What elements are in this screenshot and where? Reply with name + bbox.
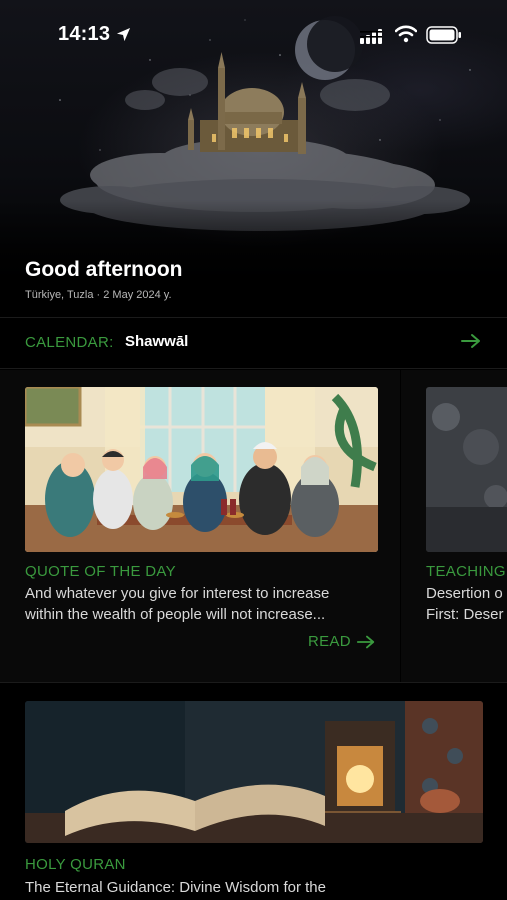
family-iftar-image xyxy=(25,387,378,552)
calendar-row[interactable]: CALENDAR: Shawwāl xyxy=(0,318,507,368)
quote-card[interactable]: QUOTE OF THE DAY And whatever you give f… xyxy=(0,370,400,682)
quran-card[interactable]: HOLY QURAN The Eternal Guidance: Divine … xyxy=(0,683,507,900)
arrow-right-icon xyxy=(356,635,375,648)
battery-icon xyxy=(426,26,461,44)
location-date: Türkiye, Tuzla · 2 May 2024 y. xyxy=(25,289,172,301)
card-text-line2: within the wealth of people will not inc… xyxy=(25,606,326,623)
teaching-image xyxy=(426,387,507,552)
calendar-label: CALENDAR: xyxy=(25,334,114,351)
card-category: HOLY QURAN xyxy=(25,856,126,873)
card-carousel[interactable]: QUOTE OF THE DAY And whatever you give f… xyxy=(0,370,507,682)
divider xyxy=(0,368,507,369)
quran-lantern-image xyxy=(25,701,483,843)
card-text-line2: First: Deser xyxy=(426,606,504,623)
screen: 14:13 Good afternoon Türkiye, Tuzla · 2 … xyxy=(0,0,507,900)
wifi-icon xyxy=(395,25,417,43)
read-button[interactable]: READ xyxy=(308,633,376,650)
teaching-card[interactable]: TEACHING Desertion o First: Deser xyxy=(401,370,507,682)
signal-icon xyxy=(360,29,382,44)
greeting-title: Good afternoon xyxy=(25,258,183,281)
card-text-line1: And whatever you give for interest to in… xyxy=(25,585,330,602)
calendar-month: Shawwāl xyxy=(125,333,189,350)
status-time: 14:13 xyxy=(58,23,111,45)
card-text: The Eternal Guidance: Divine Wisdom for … xyxy=(25,879,326,896)
status-bar: 14:13 xyxy=(0,0,507,70)
location-arrow-icon xyxy=(116,27,131,42)
arrow-right-icon[interactable] xyxy=(460,333,482,349)
card-text-line1: Desertion o xyxy=(426,585,503,602)
card-category: QUOTE OF THE DAY xyxy=(25,563,176,580)
card-category: TEACHING xyxy=(426,563,506,580)
read-label: READ xyxy=(308,633,351,650)
